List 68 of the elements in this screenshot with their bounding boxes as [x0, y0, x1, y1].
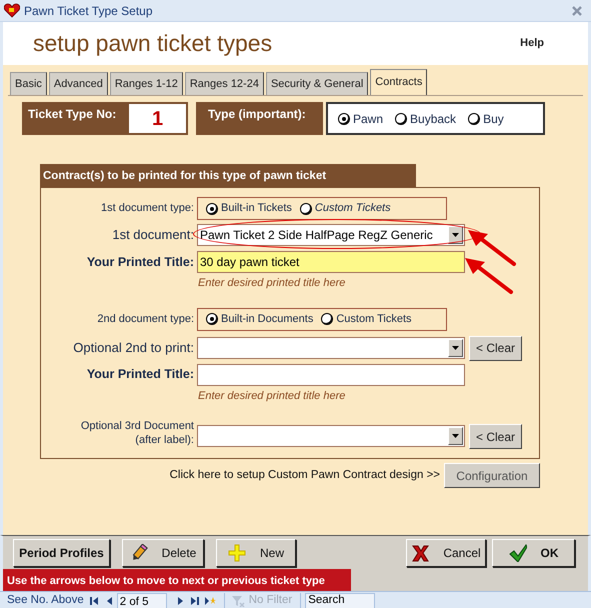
help-link[interactable]: Help	[520, 35, 544, 52]
radio-label[interactable]: Custom Tickets	[314, 200, 391, 217]
first-record-icon	[88, 596, 99, 606]
ticket-number-field[interactable]: 1	[129, 102, 188, 135]
next-record-icon	[176, 596, 184, 606]
field-label: 1st document type:	[100, 201, 195, 216]
radio-button[interactable]	[300, 202, 312, 214]
last-record-icon	[190, 596, 200, 606]
tab[interactable]: Advanced	[48, 72, 108, 95]
checkmark-icon	[508, 544, 526, 562]
filter-icon	[230, 595, 245, 607]
field-label: Your Printed Title:	[86, 254, 195, 271]
radio-label[interactable]: Buy	[483, 110, 504, 128]
clear-button[interactable]: < Clear	[469, 336, 522, 360]
ok-button[interactable]: OK	[492, 539, 575, 567]
tab[interactable]: Security & General	[266, 72, 368, 95]
configuration-button[interactable]: Configuration	[444, 463, 540, 488]
radio-button[interactable]	[206, 202, 218, 214]
radio-label[interactable]: Built-in Tickets	[221, 200, 292, 217]
caret-icon	[452, 434, 459, 438]
new-button[interactable]: New	[216, 539, 296, 567]
clear-button[interactable]: < Clear	[469, 424, 522, 449]
window-title: Pawn Ticket Type Setup	[24, 2, 154, 20]
radio-label[interactable]: Built-in Documents	[221, 310, 314, 328]
radio-button[interactable]	[468, 112, 480, 124]
radio-label[interactable]: Pawn	[353, 110, 384, 128]
delete-button[interactable]: Delete	[122, 539, 204, 567]
field-label: Optional 3rd Document (after label):	[80, 419, 195, 447]
record-field[interactable]: 2 of 5	[116, 593, 167, 608]
instruction-text: Click here to setup Custom Pawn Contract design >>	[170, 468, 440, 483]
tab[interactable]: Ranges 1-12	[110, 72, 183, 95]
group-title: Contract(s) to be printed for this type of pawn ticket	[40, 164, 416, 187]
search-field[interactable]: Search	[305, 593, 376, 608]
radio-label[interactable]: Custom Tickets	[336, 310, 412, 328]
field-label: 1st document:	[111, 226, 195, 244]
radio-label[interactable]: Buyback	[410, 110, 456, 128]
radio-button[interactable]	[395, 112, 408, 124]
title-input[interactable]: 30 day pawn ticket	[197, 251, 465, 273]
previous-record-icon	[104, 596, 113, 606]
hint-text: Enter desired printed title here	[198, 276, 346, 291]
navigator-label: See No. Above	[7, 593, 84, 608]
hint-text: Enter desired printed title here	[198, 388, 346, 404]
new-record-icon	[204, 596, 216, 606]
radio-button[interactable]	[321, 313, 334, 325]
radio-button[interactable]	[338, 112, 350, 124]
tab[interactable]: Contracts	[370, 69, 428, 95]
profiles-button[interactable]: Period Profiles	[13, 539, 110, 567]
field-label: Optional 2nd to print:	[72, 339, 195, 358]
dropdown-field[interactable]	[197, 337, 465, 359]
field-label: Ticket Type No:	[22, 102, 129, 135]
heart-icon	[4, 3, 20, 18]
title-input[interactable]	[197, 364, 465, 386]
field-label: Your Printed Title:	[86, 366, 195, 384]
caret-icon	[452, 233, 459, 237]
radio-button[interactable]	[206, 313, 218, 325]
field-label: Type (important):	[196, 102, 323, 135]
close-icon	[411, 544, 430, 562]
tab[interactable]: Basic	[10, 72, 47, 95]
dropdown-field[interactable]: Pawn Ticket 2 Side HalfPage RegZ Generic	[197, 224, 465, 246]
close-icon	[571, 4, 583, 16]
dropdown-field[interactable]	[197, 425, 465, 447]
notice-banner: Use the arrows below to move to next or previous ticket type	[3, 569, 351, 591]
plus-icon	[228, 544, 246, 562]
caret-icon	[452, 346, 459, 350]
tab[interactable]: Ranges 12-24	[184, 72, 264, 95]
cancel-button[interactable]: Cancel	[406, 539, 486, 567]
field-label: 2nd document type:	[96, 312, 195, 327]
page-title: setup pawn ticket types	[33, 32, 274, 55]
